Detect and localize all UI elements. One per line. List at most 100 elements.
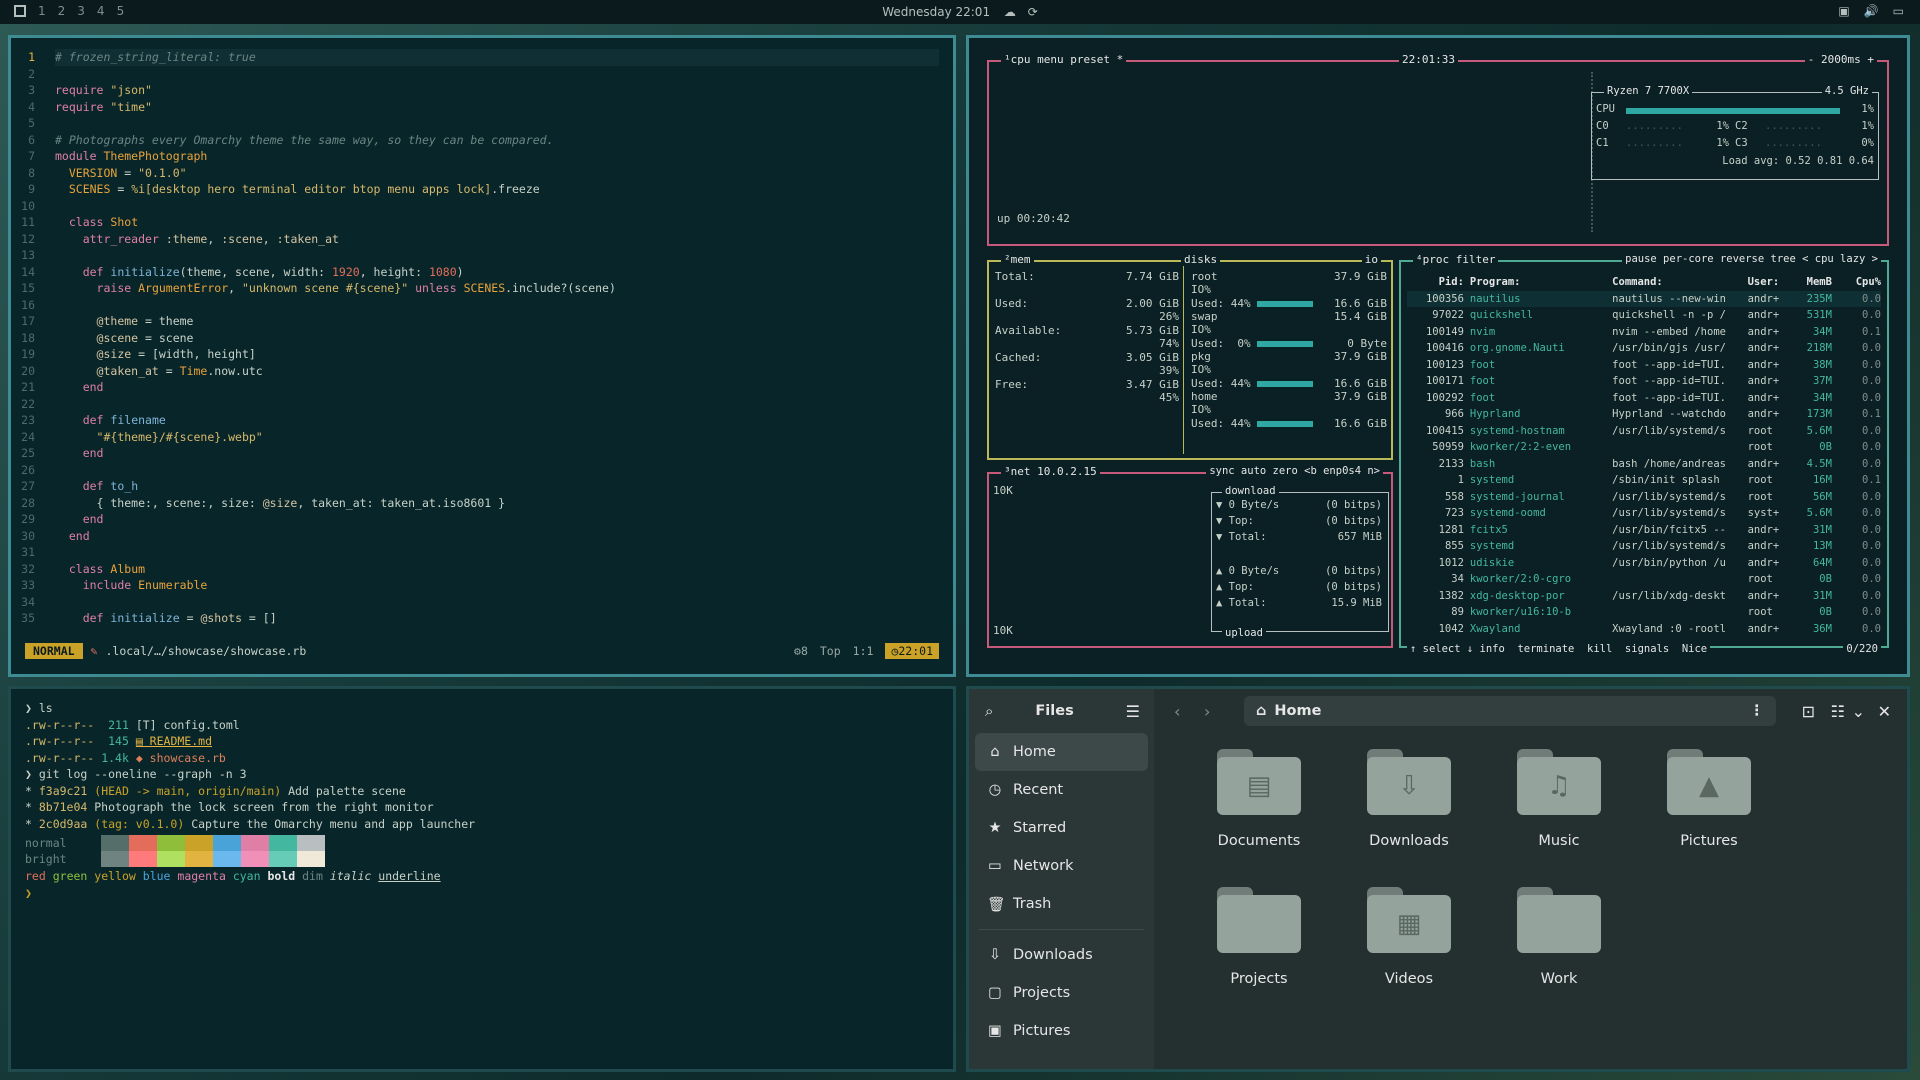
process-row[interactable]: 1382 xdg-desktop-por/usr/lib/xdg-deskt and…	[1407, 588, 1881, 605]
path-menu-icon[interactable]: ⋮	[1750, 703, 1765, 719]
proc-options[interactable]: pause per-core reverse tree < cpu lazy >	[1622, 253, 1881, 265]
code-line: 6 # Photographs every Omarchy theme the s…	[11, 132, 953, 149]
process-row[interactable]: 558 systemd-journal/usr/lib/systemd/s root…	[1407, 489, 1881, 506]
process-row[interactable]: 1 systemd/sbin/init splash root 16M 0.1	[1407, 472, 1881, 489]
folder-music[interactable]: ♫ Music	[1484, 749, 1634, 849]
files-window[interactable]: ⌕ Files ☰ ⌂ Home ◷ Recent ★ Starred ▭ Network 🗑 T…	[966, 686, 1910, 1072]
back-icon[interactable]: ‹	[1174, 702, 1180, 721]
process-row[interactable]: 97022 quickshell quickshell -n -p / andr+ 53…	[1407, 307, 1881, 324]
process-row[interactable]: 100415 systemd-hostnam/usr/lib/systemd/s r…	[1407, 423, 1881, 440]
workspace-3[interactable]: 3	[77, 4, 85, 18]
code-line: 19 @size = [width, height]	[11, 346, 953, 363]
process-row[interactable]: 1042 Xwayland Xwayland :0 -rootl andr+ 36M 0.…	[1407, 621, 1881, 638]
io-header[interactable]: io	[1361, 253, 1381, 266]
process-row[interactable]: 100171 foot foot --app-id=TUI. andr+ 37M 0.0	[1407, 373, 1881, 390]
folder-work[interactable]: Work	[1484, 887, 1634, 987]
omarchy-logo-icon[interactable]	[14, 5, 26, 17]
chevron-down-icon[interactable]: ⌄	[1852, 702, 1865, 721]
clock[interactable]: Wednesday 22:01	[882, 5, 990, 19]
proc-footer[interactable]: ↑ select ↓ info terminate kill signals N…	[1407, 643, 1711, 655]
sidebar-item-projects[interactable]: ▢ Projects	[969, 974, 1154, 1012]
mem-header[interactable]: ²mem	[1001, 253, 1034, 266]
process-panel: ⁴proc filter pause per-core reverse tree…	[1399, 253, 1889, 655]
disk-name-row: pkg 37.9 GiB	[1191, 350, 1387, 363]
workspace-4[interactable]: 4	[97, 4, 105, 18]
terminal-line: .rw-r--r-- 211 [T] config.toml	[25, 717, 240, 732]
process-row[interactable]: 50959 kworker/2:2-even root 0B 0.0	[1407, 439, 1881, 456]
process-row[interactable]: 100123 foot foot --app-id=TUI. andr+ 38M 0.0	[1407, 357, 1881, 374]
forward-icon[interactable]: ›	[1204, 702, 1210, 721]
cloud-icon[interactable]: ☁	[1004, 5, 1016, 19]
sidebar-item-recent[interactable]: ◷ Recent	[969, 771, 1154, 809]
code-text: end	[82, 446, 104, 460]
cpu-freq: 4.5 GHz	[1821, 85, 1872, 97]
cpu-header[interactable]: ¹cpu menu preset *	[1001, 53, 1127, 66]
sidebar-item-home[interactable]: ⌂ Home	[975, 733, 1148, 771]
sidebar-item-downloads[interactable]: ⇩ Downloads	[969, 936, 1154, 974]
proc-header[interactable]: ⁴proc filter	[1413, 253, 1499, 266]
code-text: # Photographs every Omarchy theme the sa…	[55, 132, 554, 147]
close-icon[interactable]: ✕	[1878, 702, 1891, 721]
folder-videos[interactable]: ▦ Videos	[1334, 887, 1484, 987]
sidebar-item-trash[interactable]: 🗑 Trash	[969, 885, 1154, 923]
workspace-2[interactable]: 2	[58, 4, 66, 18]
refresh-icon[interactable]: ⟳	[1028, 5, 1038, 19]
sidebar-item-network[interactable]: ▭ Network	[969, 847, 1154, 885]
path-bar[interactable]: ⌂ Home ⋮	[1244, 696, 1776, 726]
sidebar-item-label: Pictures	[1013, 1023, 1071, 1039]
code-text: end	[82, 380, 104, 394]
search-icon[interactable]: ⌕	[985, 702, 993, 720]
folder-pictures[interactable]: ▲ Pictures	[1634, 749, 1784, 849]
code-line: 34	[11, 594, 953, 611]
home-icon: ⌂	[990, 744, 1000, 760]
code-text: @scene = scene	[96, 330, 194, 345]
editor-lines[interactable]: 1 # frozen_string_literal: true 2 3 require …	[11, 49, 953, 627]
process-row[interactable]: 89 kworker/u16:10-b root 0B 0.0	[1407, 604, 1881, 621]
folder-icon: ▦	[1367, 887, 1451, 953]
process-row[interactable]: 855 systemd/usr/lib/systemd/s andr+ 13M 0.0	[1407, 538, 1881, 555]
folder-documents[interactable]: ▤ Documents	[1184, 749, 1334, 849]
screen-icon[interactable]: ▣	[1838, 4, 1849, 18]
process-row[interactable]: 100416 org.gnome.Nauti/usr/bin/gjs /usr/a…	[1407, 340, 1881, 357]
volume-icon[interactable]: 🔊	[1864, 4, 1879, 18]
code-line: 16	[11, 297, 953, 314]
process-row[interactable]: 2133 bash bash /home/andreas andr+ 4.5M 0.0	[1407, 456, 1881, 473]
workspace-1[interactable]: 1	[38, 4, 46, 18]
line-number: 2	[28, 66, 35, 81]
hamburger-menu-icon[interactable]: ☰	[1126, 702, 1140, 721]
code-line: 27 def to_h	[11, 478, 953, 495]
update-interval[interactable]: - 2000ms +	[1804, 53, 1877, 66]
terminal-window[interactable]: ❯ ls .rw-r--r-- 211 [T] config.toml .rw-r-…	[8, 686, 956, 1072]
folder-downloads[interactable]: ⇩ Downloads	[1334, 749, 1484, 849]
view-list-icon[interactable]: ☷	[1831, 702, 1845, 721]
trash-icon: 🗑	[987, 896, 1006, 913]
palette-bright-swatch	[269, 851, 297, 868]
line-number: 29	[21, 512, 35, 526]
net-header[interactable]: ³net 10.0.2.15	[1001, 465, 1100, 478]
net-options[interactable]: sync auto zero <b enp0s4 n>	[1206, 465, 1383, 477]
sidebar-item-pictures[interactable]: ▣ Pictures	[969, 1012, 1154, 1050]
screenshot-icon[interactable]: ⊡	[1802, 702, 1815, 721]
pictures-icon: ▣	[988, 1023, 1002, 1039]
code-line: 24 "#{theme}/#{scene}.webp"	[11, 429, 953, 446]
btop-window[interactable]: ¹cpu menu preset * 22:01:33 - 2000ms + R…	[966, 35, 1910, 677]
shell-prompt[interactable]: ❯	[25, 885, 32, 902]
process-row[interactable]: 34 kworker/2:0-cgro root 0B 0.0	[1407, 571, 1881, 588]
process-row[interactable]: 966 Hyprland Hyprland --watchdo andr+ 173M 0.…	[1407, 406, 1881, 423]
process-row[interactable]: 1281 fcitx5/usr/bin/fcitx5 -- andr+ 31M 0.0	[1407, 522, 1881, 539]
process-row[interactable]: 100292 foot foot --app-id=TUI. andr+ 34M 0.0	[1407, 390, 1881, 407]
code-line: 2	[11, 66, 953, 83]
process-row[interactable]: 100356 nautilus nautilus --new-win andr+ 235…	[1407, 290, 1881, 307]
process-table[interactable]: Pid: Program: Command: User: MemB Cpu% 100356 n…	[1407, 274, 1881, 637]
monitor-icon[interactable]: ▭	[1893, 4, 1904, 18]
process-row[interactable]: 100149 nvim nvim --embed /home andr+ 34M 0.1	[1407, 324, 1881, 341]
sidebar-item-starred[interactable]: ★ Starred	[969, 809, 1154, 847]
workspace-5[interactable]: 5	[117, 4, 125, 18]
process-row[interactable]: 1012 udiskie/usr/bin/python /u andr+ 64M 0.0	[1407, 555, 1881, 572]
folder-projects[interactable]: Projects	[1184, 887, 1334, 987]
home-icon: ⌂	[1256, 703, 1267, 719]
process-row[interactable]: 723 systemd-oomd/usr/lib/systemd/s syst+ 5.…	[1407, 505, 1881, 522]
code-line: 9 SCENES = %i[desktop hero terminal edit…	[11, 181, 953, 198]
editor-window[interactable]: 1 # frozen_string_literal: true 2 3 require …	[8, 35, 956, 677]
code-text: def filename	[82, 413, 166, 427]
